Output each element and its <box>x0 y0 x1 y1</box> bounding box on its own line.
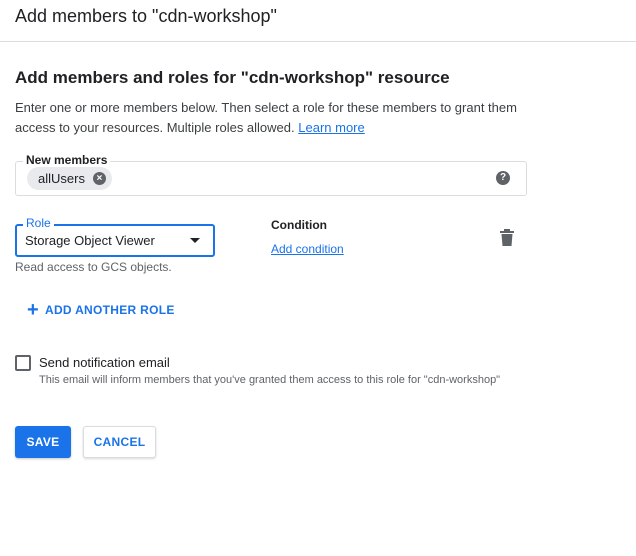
add-another-role-button[interactable]: + ADD ANOTHER ROLE <box>27 299 175 321</box>
section-description: Enter one or more members below. Then se… <box>15 98 535 138</box>
plus-icon: + <box>27 299 39 321</box>
dialog-title: Add members to "cdn-workshop" <box>15 6 277 26</box>
send-notification-checkbox[interactable] <box>15 355 31 371</box>
cancel-button[interactable]: CANCEL <box>83 426 156 458</box>
role-label: Role <box>23 216 54 230</box>
role-helper-text: Read access to GCS objects. <box>15 260 172 274</box>
help-icon[interactable]: ? <box>496 171 510 185</box>
add-another-role-label: ADD ANOTHER ROLE <box>44 303 175 317</box>
add-condition-link[interactable]: Add condition <box>271 242 344 256</box>
dropdown-arrow-icon <box>190 238 200 243</box>
send-notification-label[interactable]: Send notification email <box>39 355 170 370</box>
role-value: Storage Object Viewer <box>25 233 155 248</box>
role-select[interactable]: Role Storage Object Viewer <box>15 216 215 257</box>
new-members-label: New members <box>23 153 111 167</box>
member-chip-label: allUsers <box>38 171 85 186</box>
send-notification-helper: This email will inform members that you'… <box>39 374 501 386</box>
description-text: Enter one or more members below. Then se… <box>15 100 517 135</box>
section-heading: Add members and roles for "cdn-workshop"… <box>15 68 450 87</box>
trash-icon[interactable] <box>499 229 515 247</box>
condition-label: Condition <box>271 218 327 232</box>
cancel-icon[interactable]: × <box>92 172 106 185</box>
learn-more-link[interactable]: Learn more <box>298 120 364 135</box>
new-members-field[interactable]: New members allUsers × ? <box>15 153 527 196</box>
title-divider <box>0 41 636 42</box>
save-button[interactable]: SAVE <box>15 426 71 458</box>
member-chip: allUsers × <box>27 167 112 190</box>
